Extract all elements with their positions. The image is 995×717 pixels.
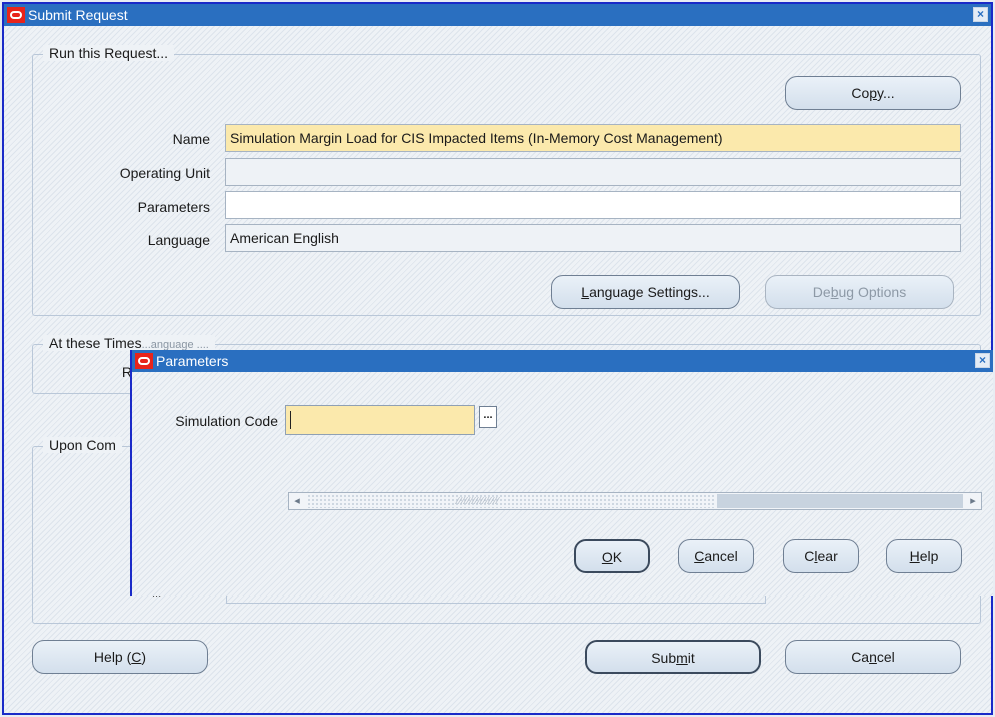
parameters-titlebar[interactable]: Parameters × <box>132 350 993 372</box>
language-settings-button[interactable]: Language Settings... <box>551 275 740 309</box>
parameters-field[interactable] <box>225 191 961 219</box>
scrollbar-grip: ⁄⁄⁄⁄⁄⁄⁄⁄⁄⁄⁄⁄⁄⁄⁄⁄ <box>457 496 500 507</box>
oracle-logo-icon <box>135 353 153 369</box>
submit-button[interactable]: Submit <box>585 640 761 674</box>
operating-unit-field[interactable] <box>225 158 961 186</box>
language-label: Language <box>147 232 210 248</box>
completion-legend: Upon Com <box>43 437 122 453</box>
horizontal-scrollbar[interactable]: ◂ ⁄⁄⁄⁄⁄⁄⁄⁄⁄⁄⁄⁄⁄⁄⁄⁄ ▸ <box>288 492 982 510</box>
window-titlebar[interactable]: Submit Request × <box>4 4 991 26</box>
oracle-logo-icon <box>7 7 25 23</box>
copy-button[interactable]: Copy... <box>785 76 961 110</box>
scrollbar-track[interactable] <box>717 494 963 508</box>
parameters-label: Parameters <box>137 199 210 215</box>
cancel-button[interactable]: Cancel <box>785 640 961 674</box>
simulation-code-field[interactable] <box>285 405 475 435</box>
name-field[interactable]: Simulation Margin Load for CIS Impacted … <box>225 124 961 152</box>
window-title: Submit Request <box>28 7 128 23</box>
dialog-cancel-button[interactable]: Cancel <box>678 539 754 573</box>
simulation-code-label: Simulation Code <box>175 413 278 429</box>
run-request-legend: Run this Request... <box>43 45 175 61</box>
language-field[interactable]: American English <box>225 224 961 252</box>
help-button[interactable]: Help (C) <box>32 640 208 674</box>
clear-button[interactable]: Clear <box>783 539 859 573</box>
dialog-help-button[interactable]: Help <box>886 539 962 573</box>
times-partial-label: R <box>121 364 132 380</box>
ok-button[interactable]: OK <box>574 539 650 573</box>
parameters-title: Parameters <box>156 353 229 369</box>
text-caret <box>290 411 291 430</box>
operating-unit-label: Operating Unit <box>119 165 210 181</box>
close-icon[interactable]: × <box>973 7 988 22</box>
parameters-dialog: Parameters × <box>130 350 993 596</box>
name-label: Name <box>172 131 210 147</box>
times-legend: At these Times...anguage .... <box>43 335 215 351</box>
close-icon[interactable]: × <box>975 353 990 368</box>
debug-options-button[interactable]: Debug Options <box>765 275 954 309</box>
scrollbar-thumb[interactable]: ⁄⁄⁄⁄⁄⁄⁄⁄⁄⁄⁄⁄⁄⁄⁄⁄ <box>307 494 715 508</box>
list-of-values-icon[interactable]: ... <box>479 406 497 428</box>
scroll-left-icon[interactable]: ◂ <box>289 493 305 509</box>
scroll-right-icon[interactable]: ▸ <box>965 493 981 509</box>
